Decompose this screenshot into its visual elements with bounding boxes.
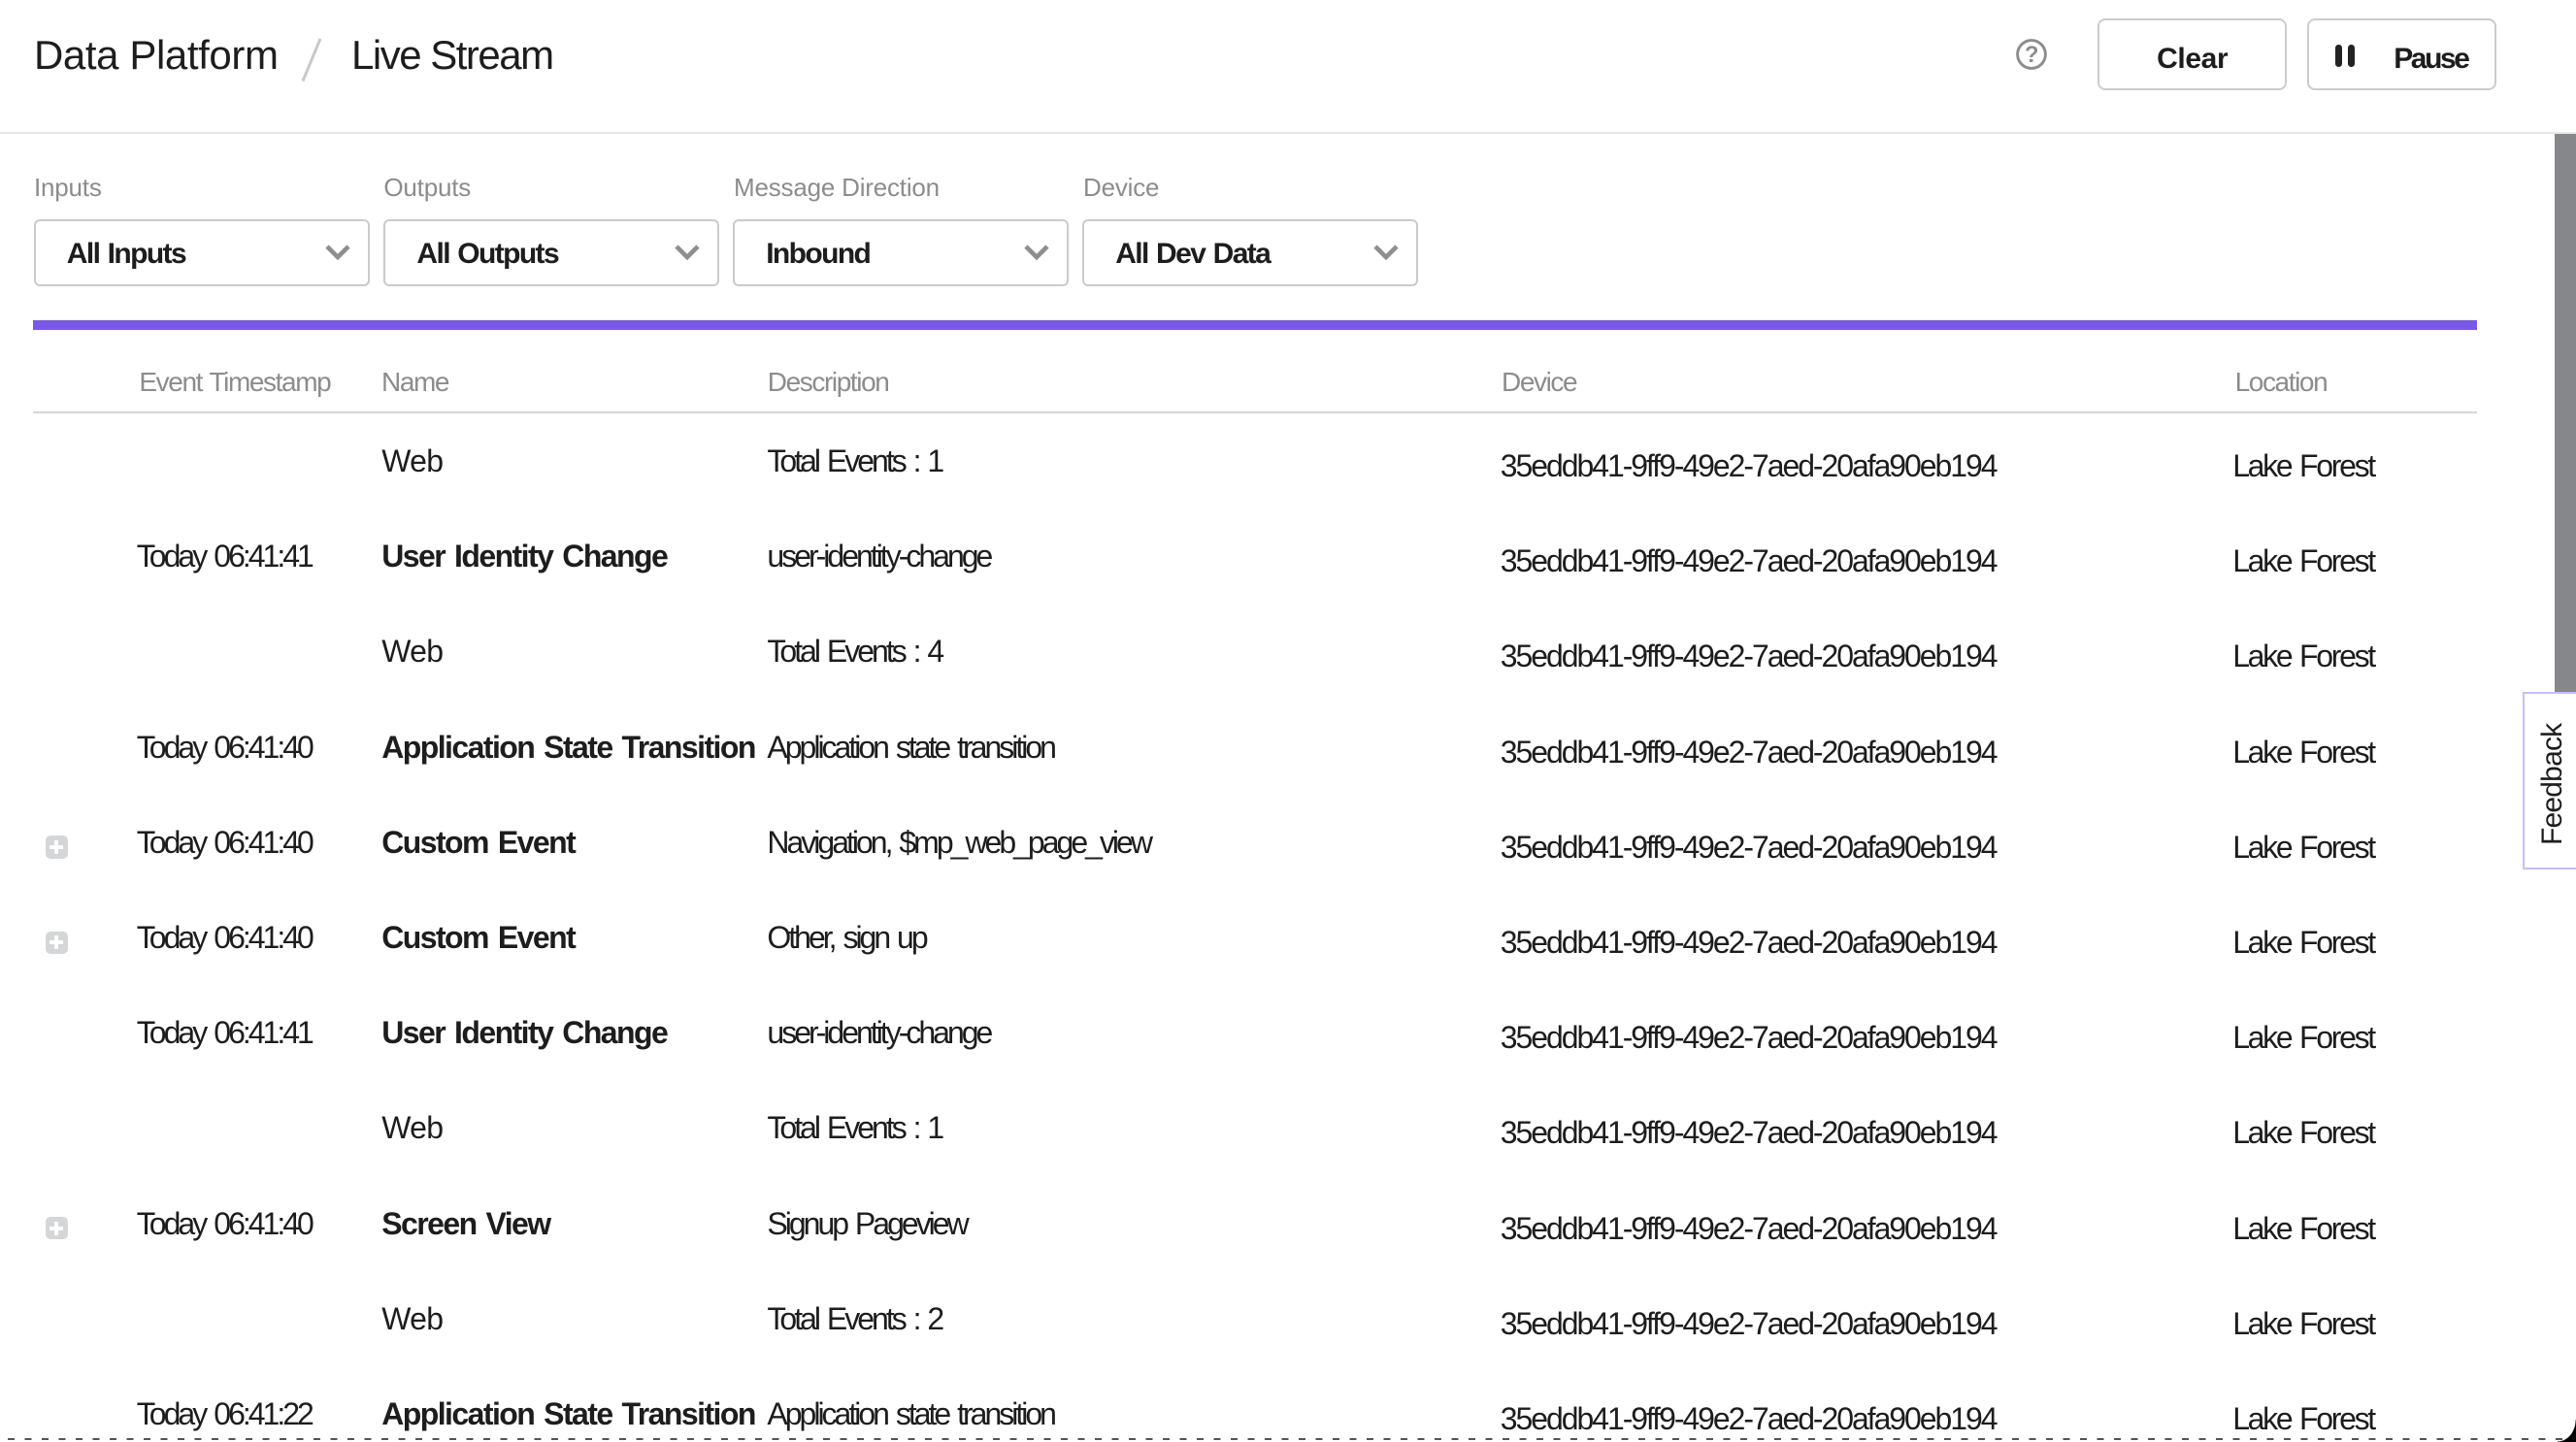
svg-text:?: ?: [2025, 43, 2038, 68]
